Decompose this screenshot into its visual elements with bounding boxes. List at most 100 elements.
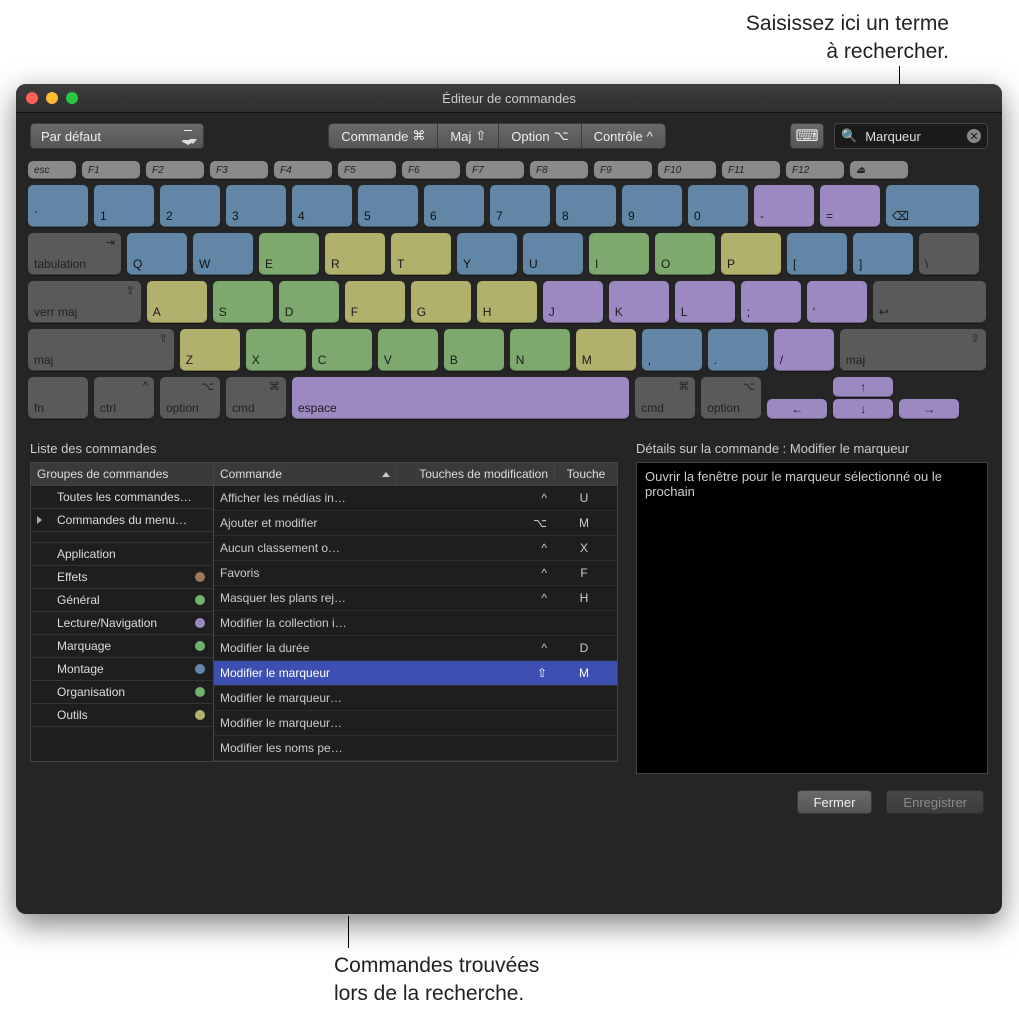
group-item[interactable]: Outils	[31, 704, 213, 727]
search-input[interactable]	[863, 128, 961, 145]
key-7[interactable]: 7	[490, 185, 550, 227]
key-f10[interactable]: F10	[658, 161, 716, 179]
key-f[interactable]: F	[345, 281, 405, 323]
save-button[interactable]: Enregistrer	[886, 790, 984, 814]
key-f1[interactable]: F1	[82, 161, 140, 179]
key-w[interactable]: W	[193, 233, 253, 275]
key-f4[interactable]: F4	[274, 161, 332, 179]
key-`[interactable]: `	[28, 185, 88, 227]
key-h[interactable]: H	[477, 281, 537, 323]
key-k[interactable]: K	[609, 281, 669, 323]
key-v[interactable]: V	[378, 329, 438, 371]
key-u[interactable]: U	[523, 233, 583, 275]
key-2[interactable]: 2	[160, 185, 220, 227]
command-row[interactable]: Modifier les noms pe…	[214, 736, 617, 761]
group-item[interactable]: Application	[31, 543, 213, 566]
key-←[interactable]: ←	[767, 399, 827, 419]
key-=[interactable]: =	[820, 185, 880, 227]
group-item[interactable]: Effets	[31, 566, 213, 589]
key-↑↓[interactable]: ↑↓	[833, 377, 893, 419]
command-row[interactable]: Masquer les plans rej…^H	[214, 586, 617, 611]
key-r[interactable]: R	[325, 233, 385, 275]
key-tabulation[interactable]: tabulation⇥	[28, 233, 121, 275]
key-l[interactable]: L	[675, 281, 735, 323]
key-ctrl[interactable]: ctrl^	[94, 377, 154, 419]
command-row[interactable]: Modifier le marqueur…	[214, 686, 617, 711]
key-o[interactable]: O	[655, 233, 715, 275]
key-d[interactable]: D	[279, 281, 339, 323]
key-\[interactable]: \	[919, 233, 979, 275]
key-g[interactable]: G	[411, 281, 471, 323]
key-1[interactable]: 1	[94, 185, 154, 227]
command-row[interactable]: Aucun classement o…^X	[214, 536, 617, 561]
key-5[interactable]: 5	[358, 185, 418, 227]
key-][interactable]: ]	[853, 233, 913, 275]
key-s[interactable]: S	[213, 281, 273, 323]
command-row[interactable]: Favoris^F	[214, 561, 617, 586]
key-[[interactable]: [	[787, 233, 847, 275]
key-'[interactable]: '	[807, 281, 867, 323]
key-6[interactable]: 6	[424, 185, 484, 227]
key-p[interactable]: P	[721, 233, 781, 275]
key-f5[interactable]: F5	[338, 161, 396, 179]
group-item[interactable]: Montage	[31, 658, 213, 681]
search-field[interactable]: 🔍 ✕	[834, 123, 988, 149]
command-row[interactable]: Modifier la durée^D	[214, 636, 617, 661]
keyboard-overlay-button[interactable]: ⌨	[790, 123, 824, 149]
group-item[interactable]: Général	[31, 589, 213, 612]
key-cmd[interactable]: cmd⌘	[226, 377, 286, 419]
key-m[interactable]: M	[576, 329, 636, 371]
mod-shift-button[interactable]: Maj ⇧	[438, 124, 499, 148]
key-f9[interactable]: F9	[594, 161, 652, 179]
key-fn[interactable]: fn	[28, 377, 88, 419]
group-item[interactable]: Organisation	[31, 681, 213, 704]
key--[interactable]: -	[754, 185, 814, 227]
key-up[interactable]: ↑	[833, 377, 893, 397]
col-key[interactable]: Touche	[555, 463, 617, 485]
key-⌫[interactable]: ⌫	[886, 185, 979, 227]
key-f3[interactable]: F3	[210, 161, 268, 179]
key-→[interactable]: →	[899, 399, 959, 419]
key-b[interactable]: B	[444, 329, 504, 371]
key-.[interactable]: .	[708, 329, 768, 371]
key-,[interactable]: ,	[642, 329, 702, 371]
key-option[interactable]: option⌥	[160, 377, 220, 419]
key-↩[interactable]: ↩	[873, 281, 986, 323]
key-c[interactable]: C	[312, 329, 372, 371]
command-row[interactable]: Modifier le marqueur…	[214, 711, 617, 736]
key-esc[interactable]: esc	[28, 161, 76, 179]
command-row[interactable]: Modifier la collection i…	[214, 611, 617, 636]
key-j[interactable]: J	[543, 281, 603, 323]
key-espace[interactable]: espace	[292, 377, 629, 419]
key-x[interactable]: X	[246, 329, 306, 371]
key-f7[interactable]: F7	[466, 161, 524, 179]
key-verr maj[interactable]: verr maj⇪	[28, 281, 141, 323]
key-down[interactable]: ↓	[833, 399, 893, 419]
key-f2[interactable]: F2	[146, 161, 204, 179]
key-i[interactable]: I	[589, 233, 649, 275]
key-⏏[interactable]: ⏏	[850, 161, 908, 179]
mod-control-button[interactable]: Contrôle ^	[582, 124, 665, 148]
preset-select[interactable]: Par défaut	[30, 123, 204, 149]
key-f6[interactable]: F6	[402, 161, 460, 179]
group-item[interactable]: Lecture/Navigation	[31, 612, 213, 635]
mod-option-button[interactable]: Option ⌥	[499, 124, 581, 148]
key-z[interactable]: Z	[180, 329, 240, 371]
clear-search-icon[interactable]: ✕	[967, 129, 981, 143]
col-modifiers[interactable]: Touches de modification	[397, 463, 555, 485]
command-row[interactable]: Modifier le marqueur⇧M	[214, 661, 617, 686]
close-button[interactable]: Fermer	[797, 790, 873, 814]
key-cmd[interactable]: cmd⌘	[635, 377, 695, 419]
key-f11[interactable]: F11	[722, 161, 780, 179]
key-q[interactable]: Q	[127, 233, 187, 275]
key-0[interactable]: 0	[688, 185, 748, 227]
key-4[interactable]: 4	[292, 185, 352, 227]
key-/[interactable]: /	[774, 329, 834, 371]
key-y[interactable]: Y	[457, 233, 517, 275]
key-8[interactable]: 8	[556, 185, 616, 227]
command-row[interactable]: Ajouter et modifier⌥M	[214, 511, 617, 536]
group-item[interactable]: Commandes du menu…	[31, 509, 213, 532]
mod-command-button[interactable]: Commande ⌘	[329, 124, 438, 148]
key-;[interactable]: ;	[741, 281, 801, 323]
key-f8[interactable]: F8	[530, 161, 588, 179]
